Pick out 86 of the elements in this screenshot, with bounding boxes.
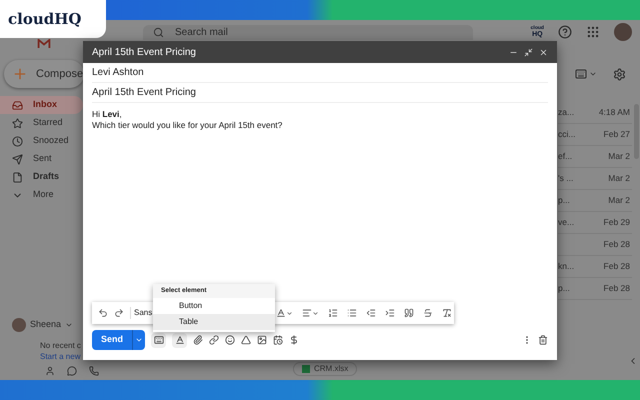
account-name[interactable]: Sheena [30,318,62,332]
nav-item[interactable]: Starred [0,114,83,132]
nav-item[interactable]: Sent [0,150,83,168]
trash-icon[interactable] [538,335,548,345]
send-button[interactable]: Send [92,330,132,350]
photo-icon[interactable] [257,335,267,345]
email-snippet: ef... [558,150,572,163]
nav-item[interactable]: Snoozed [0,132,83,150]
email-date: Feb 28 [604,282,631,295]
indent-more-icon[interactable] [385,308,396,318]
dollar-icon[interactable] [289,335,299,345]
close-icon[interactable] [539,48,548,56]
star-icon [12,118,23,128]
indent-less-icon[interactable] [366,308,376,318]
email-date: Feb 27 [604,128,631,141]
quote-icon[interactable] [404,308,414,318]
send-icon [12,154,23,164]
email-date: Feb 28 [604,260,631,273]
attach-icon[interactable] [193,335,203,345]
menu-item[interactable]: Button [153,298,275,314]
strikethrough-icon[interactable] [423,308,434,318]
email-date: 4:18 AM [598,106,631,119]
email-date: Mar 2 [608,172,631,185]
settings-icon[interactable] [613,68,626,80]
apps-grid-icon[interactable] [586,25,600,39]
compose-title: April 15th Event Pricing [92,46,196,60]
align-icon[interactable] [302,308,312,318]
text-color-icon[interactable] [276,308,286,318]
nav-item[interactable]: Drafts [0,168,83,186]
search-field[interactable]: Search mail [143,25,473,40]
email-date: Mar 2 [608,194,631,207]
email-snippet: p... [558,194,570,207]
text-format-icon [174,335,184,345]
email-snippet: ve... [558,216,574,229]
help-icon[interactable] [558,25,572,39]
plus-icon [12,66,28,82]
font-select[interactable]: Sans [130,307,152,319]
inbox-icon [12,100,23,110]
clear-formatting-icon[interactable] [442,308,452,318]
subject-field[interactable]: April 15th Event Pricing [92,85,196,100]
chat-icon[interactable] [67,366,77,376]
layout-icon [154,335,164,345]
caret-icon[interactable] [286,310,294,316]
bulleted-list-icon[interactable] [347,308,358,318]
email-snippet: 's ... [558,172,574,185]
layout-button[interactable] [151,332,166,348]
avatar [12,318,26,332]
keyboard-icon[interactable] [575,68,587,80]
email-date: Mar 2 [608,150,631,163]
brand-logo-text: cloudHQ [8,8,82,30]
schedule-icon[interactable] [273,335,283,345]
person-icon[interactable] [45,366,55,376]
email-snippet: za... [558,106,574,119]
avatar[interactable] [614,23,632,41]
formatting-button[interactable] [172,332,187,348]
email-date: Feb 28 [604,238,631,251]
spreadsheet-icon [302,365,310,373]
email-snippet: p... [558,282,570,295]
nav-item[interactable]: Inbox [0,96,83,114]
caret-icon [135,336,143,344]
gmail-logo-icon [36,39,52,48]
email-snippet: kn... [558,260,574,273]
clock-icon [12,136,23,146]
email-snippet: cci... [558,128,576,141]
caret-icon[interactable] [589,70,597,78]
redo-icon[interactable] [114,308,124,318]
send-options-button[interactable] [132,330,145,350]
recipient-field[interactable]: Levi Ashton [92,65,144,80]
undo-icon[interactable] [98,308,108,318]
nav-item[interactable]: More [0,186,83,204]
attachment-chip[interactable]: CRM.xlsx [293,362,358,376]
triangle-icon[interactable] [241,335,251,345]
file-icon [12,172,23,182]
numbered-list-icon[interactable] [328,308,338,318]
phone-icon[interactable] [89,366,99,376]
search-icon [153,27,164,38]
email-date: Feb 29 [604,216,631,229]
start-chat-link[interactable]: Start a new [40,351,83,362]
menu-item[interactable]: Table [153,314,275,330]
compose-button[interactable]: Compose [4,60,84,88]
caret-icon[interactable] [312,310,320,316]
emoji-icon[interactable] [225,335,235,345]
hangouts-text: No recent c [40,340,82,351]
link-icon[interactable] [209,335,219,345]
exit-fullscreen-icon[interactable] [524,48,533,56]
caret-icon[interactable] [65,321,74,329]
